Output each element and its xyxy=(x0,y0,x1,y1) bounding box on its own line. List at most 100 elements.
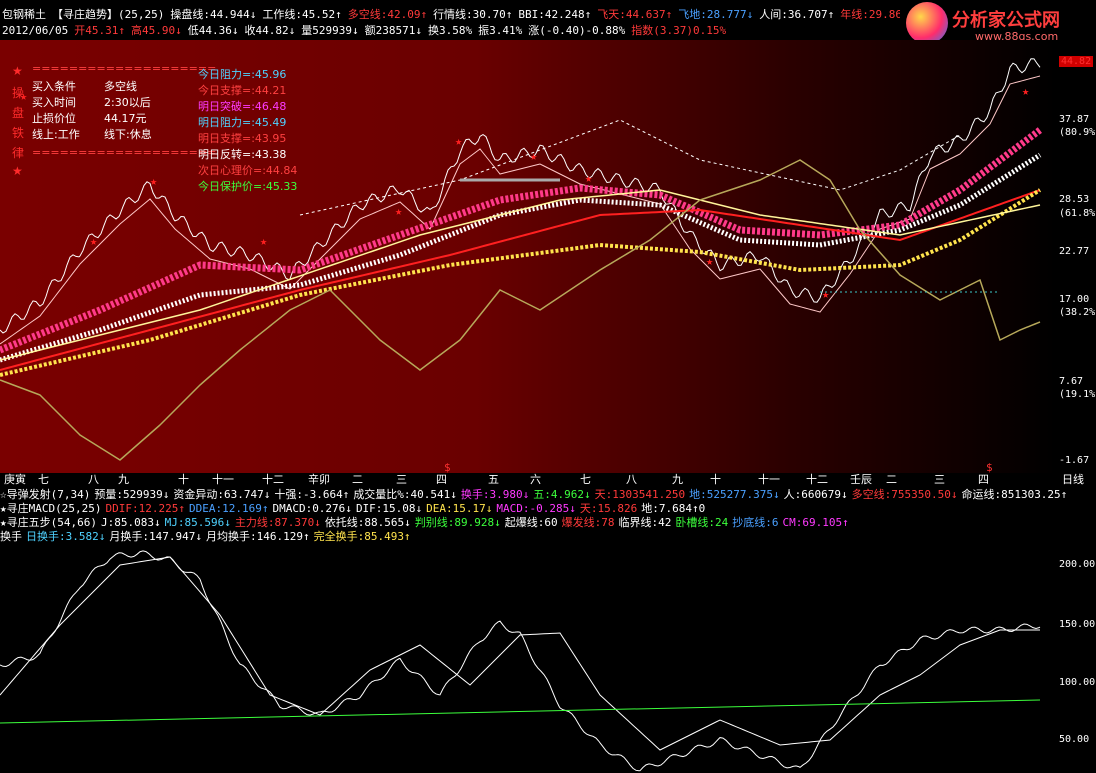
header2-field-7: 换3.58% xyxy=(427,24,473,37)
header1-field-9: 人间:36.707↑ xyxy=(759,8,835,21)
indicator-field-2-8: 地:7.684↑0 xyxy=(641,502,706,515)
y-tick-0: 44.82 xyxy=(1059,56,1094,67)
month-label-5: 十一 xyxy=(212,473,234,486)
indicator-field-4-3: 月均换手:146.129↑ xyxy=(205,530,310,543)
y-tick-1: 37.87 xyxy=(1059,114,1090,125)
indicator-field-3-9: 卧槽线:24 xyxy=(675,516,729,529)
y-tick-6: 17.00 xyxy=(1059,294,1090,305)
month-label-22: 四 xyxy=(978,473,989,486)
level-3: 明日阻力=:45.49 xyxy=(198,116,287,129)
legend-char-5: ★ xyxy=(12,164,23,178)
y-tick-2: (80.9%) xyxy=(1059,127,1096,138)
turnover-chart[interactable] xyxy=(0,545,1056,773)
buy-star-2: ★ xyxy=(150,174,157,188)
header1-field-0: 包钢稀土 xyxy=(2,8,46,21)
indicator-field-1-4: 成交量比%:40.541↓ xyxy=(353,488,457,501)
level-2: 明日突破=:46.48 xyxy=(198,100,287,113)
month-label-20: 二 xyxy=(886,473,897,486)
indicator-field-4-1: 日换手:3.582↓ xyxy=(26,530,106,543)
header2-field-3: 低44.36↓ xyxy=(187,24,239,37)
period-label[interactable]: 日线 xyxy=(1062,473,1084,487)
info-val-0: 多空线 xyxy=(104,80,137,93)
level-0: 今日阻力=:45.96 xyxy=(198,68,287,81)
indicator-field-1-8: 地:525277.375↓ xyxy=(689,488,780,501)
legend-char-4: 律 xyxy=(12,146,25,160)
yellow-thin-line xyxy=(0,189,1041,361)
month-label-0: 庚寅 xyxy=(4,473,26,486)
header1-field-7: 飞天:44.637↑ xyxy=(597,8,673,21)
indicator-field-2-3: DMACD:0.276↓ xyxy=(272,502,352,515)
indicator-field-1-1: 预量:529939↓ xyxy=(94,488,170,501)
legend-char-3: 铁 xyxy=(12,126,25,140)
red-line xyxy=(0,189,1041,371)
indicator-field-3-6: 起爆线:60 xyxy=(504,516,558,529)
info-key-3: 线上:工作 xyxy=(32,128,80,141)
info-val-2: 44.17元 xyxy=(104,112,147,125)
indicator-field-3-4: 依托线:88.565↓ xyxy=(324,516,411,529)
month-label-7: 辛卯 xyxy=(308,473,330,486)
event-marker-0: $ xyxy=(444,461,451,474)
header2-field-6: 额238571↓ xyxy=(364,24,422,37)
info-key-2: 止损价位 xyxy=(32,112,76,125)
indicator-field-3-11: CM:69.105↑ xyxy=(782,516,849,529)
indicator-row-five-step[interactable]: ★寻庄五步(54,66) J:85.083↓ MJ:85.596↓ 主力线:87.37… xyxy=(0,516,1096,530)
stock-header-line1: 包钢稀土 【寻庄趋势】(25,25) 操盘线:44.944↓ 工作线:45.52↑ 多空… xyxy=(2,8,915,21)
y-tick-9: (19.1%) xyxy=(1059,389,1096,400)
indicator-field-1-6: 五:4.962↓ xyxy=(533,488,591,501)
header2-field-4: 收44.82↓ xyxy=(244,24,296,37)
y-tick-7: (38.2%) xyxy=(1059,307,1096,318)
month-label-14: 八 xyxy=(626,473,637,486)
indicator-field-2-1: DDIF:12.225↑ xyxy=(105,502,185,515)
indicator-field-1-5: 换手:3.980↓ xyxy=(460,488,530,501)
info-divider-top: ==================== xyxy=(32,62,217,75)
indicator-field-3-2: MJ:85.596↓ xyxy=(164,516,231,529)
level-1: 今日支撑=:44.21 xyxy=(198,84,287,97)
price-line xyxy=(0,58,1041,334)
legend-char-2: 盘 xyxy=(12,106,25,120)
indicator-field-1-0: ☆导弹发射(7,34) xyxy=(0,488,91,501)
level-6: 次日心理价=:44.84 xyxy=(198,164,298,177)
olive-oscillator-line xyxy=(0,159,1041,461)
indicator-field-1-10: 多空线:755350.50↓ xyxy=(851,488,958,501)
month-label-16: 十 xyxy=(710,473,721,486)
header1-field-4: 多空线:42.09↑ xyxy=(347,8,428,21)
pink-band xyxy=(0,127,1043,354)
header1-field-1: 【寻庄趋势】(25,25) xyxy=(52,8,165,21)
indicator-field-3-10: 抄底线:6 xyxy=(732,516,779,529)
header2-field-10: 指数(3.37)0.15% xyxy=(631,24,727,37)
level-5: 明日反转=:43.38 xyxy=(198,148,287,161)
month-label-3: 九 xyxy=(118,473,129,486)
header2-field-2: 高45.90↓ xyxy=(130,24,182,37)
indicator-field-2-4: DIF:15.08↓ xyxy=(355,502,423,515)
indicator-row-macd[interactable]: ★寻庄MACD(25,25) DDIF:12.225↑ DDEA:12.169↑ DM… xyxy=(0,502,1096,516)
header1-field-5: 行情线:30.70↑ xyxy=(433,8,513,21)
main-y-axis: 44.82 37.87 (80.9%) 28.53 (61.8%) 22.77 17.00 (… xyxy=(1056,40,1096,473)
indicator-field-3-5: 判别线:89.928↓ xyxy=(414,516,501,529)
y-tick-3: 28.53 xyxy=(1059,194,1090,205)
indicator-row-missile[interactable]: ☆导弹发射(7,34) 预量:529939↓ 资金异动:63.747↓ 十强:-3.6… xyxy=(0,488,1096,502)
indicator-field-3-3: 主力线:87.370↓ xyxy=(234,516,321,529)
month-label-13: 七 xyxy=(580,473,591,486)
indicator-field-4-4: 完全换手:85.493↑ xyxy=(313,530,411,543)
indicator-field-2-5: DEA:15.17↓ xyxy=(426,502,493,515)
level-4: 明日支撑=:43.95 xyxy=(198,132,287,145)
lower-y-tick-0: 200.00 xyxy=(1059,559,1096,570)
level-7: 今日保护价=:45.33 xyxy=(198,180,298,193)
event-marker-1: $ xyxy=(986,461,993,474)
header1-field-6: BBI:42.248↑ xyxy=(518,8,592,21)
indicator-row-turnover[interactable]: 换手 日换手:3.582↓ 月换手:147.947↓ 月均换手:146.129↑ 完全换… xyxy=(0,530,1096,544)
turnover-line-b xyxy=(0,556,1040,751)
logo-title: 分析家公式网 xyxy=(952,10,1060,31)
buy-star-7: ★ xyxy=(585,171,592,185)
month-label-18: 十二 xyxy=(806,473,828,486)
legend-char-1: 操 xyxy=(12,86,25,100)
header2-field-1: 开45.31↑ xyxy=(74,24,125,37)
indicator-field-3-8: 临界线:42 xyxy=(618,516,672,529)
header2-field-0: 2012/06/05 xyxy=(2,24,69,37)
buy-star-10: ★ xyxy=(1022,84,1029,98)
stock-header-line2: 2012/06/05 开45.31↑ 高45.90↓ 低44.36↓ 收44.82↓ 量5… xyxy=(2,24,732,37)
indicator-field-4-0: 换手 xyxy=(0,530,22,543)
main-price-chart[interactable]: ★ ★ ★ ★ ★ ★ ★ ★ ★ ★ ★ xyxy=(0,40,1056,473)
turnover-y-axis: 200.00 150.00 100.00 50.00 xyxy=(1056,545,1096,773)
buy-star-3: ★ xyxy=(260,234,267,248)
